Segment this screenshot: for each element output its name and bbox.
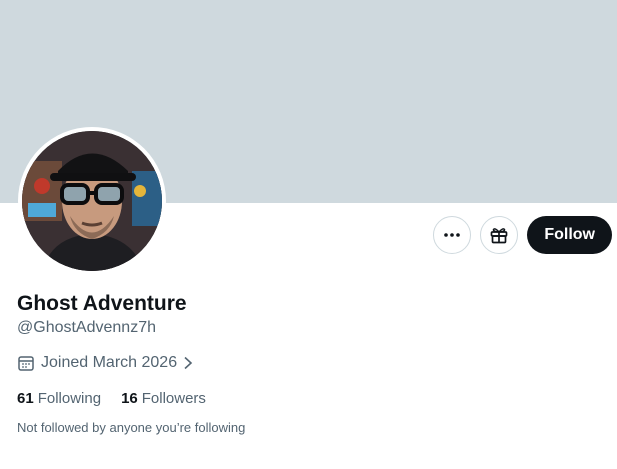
avatar-ring xyxy=(18,127,166,275)
joined-date[interactable]: Joined March 2026 xyxy=(17,353,607,373)
following-label: Following xyxy=(37,390,102,407)
profile-info: Ghost Adventure @GhostAdvennz7h Joined M… xyxy=(17,291,607,436)
display-name: Ghost Adventure xyxy=(17,292,187,315)
follow-button[interactable]: Follow xyxy=(527,216,612,254)
subscribe-button[interactable] xyxy=(480,216,519,254)
more-horizontal-icon xyxy=(444,233,461,237)
chevron-right-icon xyxy=(184,356,193,370)
avatar[interactable] xyxy=(22,131,162,271)
user-handle: @GhostAdvennz7h xyxy=(17,319,156,336)
followers-link[interactable]: 16 Followers xyxy=(121,389,206,408)
profile-actions: Follow xyxy=(433,216,612,254)
calendar-icon xyxy=(18,356,34,371)
following-count: 61 xyxy=(17,390,34,407)
gift-icon xyxy=(490,228,508,244)
followers-count: 16 xyxy=(121,390,138,407)
joined-text: Joined March 2026 xyxy=(41,354,178,371)
more-button[interactable] xyxy=(433,216,472,254)
profile-page: Follow Ghost Adventure @GhostAdvennz7h J… xyxy=(0,0,617,469)
not-followed-notice: Not followed by anyone you’re following xyxy=(17,420,246,435)
avatar-photo xyxy=(22,131,162,271)
follow-counts: 61 Following 16 Followers xyxy=(17,389,607,408)
followers-label: Followers xyxy=(141,390,206,407)
following-link[interactable]: 61 Following xyxy=(17,389,101,408)
